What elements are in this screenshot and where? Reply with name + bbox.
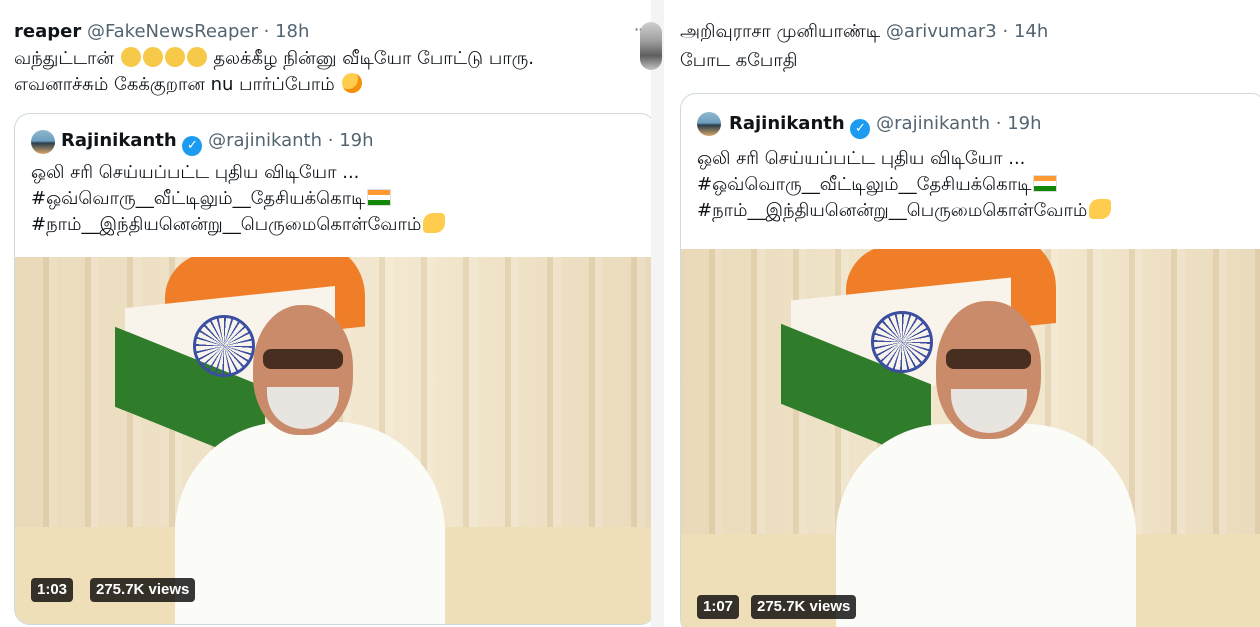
smiling-hearts-emoji-icon bbox=[341, 73, 362, 93]
separator-dot: · bbox=[995, 113, 1002, 134]
ashoka-chakra-icon bbox=[193, 315, 255, 377]
quoted-timestamp[interactable]: 19h bbox=[339, 130, 373, 151]
video-duration-badge: 1:07 bbox=[697, 595, 740, 619]
video-person-glasses bbox=[263, 349, 343, 369]
video-person-shirt bbox=[175, 422, 445, 624]
timestamp[interactable]: 18h bbox=[275, 21, 309, 42]
author-handle[interactable]: @FakeNewsReaper bbox=[87, 21, 258, 42]
quoted-author-handle[interactable]: @rajinikanth bbox=[876, 113, 990, 134]
verified-badge-icon: ✓ bbox=[182, 136, 203, 156]
video-player[interactable]: 1:07 275.7K views bbox=[681, 249, 1260, 627]
quoted-header: Rajinikanth ✓ @rajinikanth · 19h bbox=[729, 112, 1042, 139]
hashtag-link[interactable]: #நாம்__இந்தியனென்று__பெருமைகொள்வோம் bbox=[697, 200, 1087, 221]
separator-dot: · bbox=[263, 21, 270, 42]
video-views-badge: 275.7K views bbox=[751, 595, 857, 619]
laughing-emoji-icon bbox=[120, 47, 141, 67]
quoted-text-line-2: #ஒவ்வொரு__வீட்டிலும்__தேசியக்கொடி bbox=[697, 172, 1058, 198]
left-tweet[interactable]: reaper @FakeNewsReaper · 18h · · வந்துட்ட… bbox=[0, 0, 651, 627]
quoted-text-line-1: ஒலி சரி செய்யப்பட்ட புதிய விடியோ ... bbox=[697, 148, 1026, 169]
india-flag-icon bbox=[367, 189, 392, 206]
ashoka-chakra-icon bbox=[871, 311, 933, 373]
quoted-text-line-3: #நாம்__இந்தியனென்று__பெருமைகொள்வோம் bbox=[697, 198, 1112, 224]
laughing-emoji-icon bbox=[142, 47, 163, 67]
quoted-header: Rajinikanth ✓ @rajinikanth · 19h bbox=[61, 129, 374, 156]
hashtag-link[interactable]: #நாம்__இந்தியனென்று__பெருமைகொள்வோம் bbox=[31, 214, 421, 235]
quoted-text-line-3: #நாம்__இந்தியனென்று__பெருமைகொள்வோம் bbox=[31, 212, 446, 238]
quoted-author-handle[interactable]: @rajinikanth bbox=[208, 130, 322, 151]
quoted-text-line-1: ஒலி சரி செய்யப்பட்ட புதிய விடியோ ... bbox=[31, 162, 360, 183]
verified-badge-icon: ✓ bbox=[850, 119, 871, 139]
tweet-text-line-2: எவனாச்சும் கேக்குறான nu பார்ப்போம் bbox=[14, 72, 363, 98]
flexed-biceps-icon bbox=[1089, 199, 1112, 219]
video-duration-badge: 1:03 bbox=[31, 578, 74, 602]
hashtag-link[interactable]: #ஒவ்வொரு__வீட்டிலும்__தேசியக்கொடி bbox=[697, 174, 1031, 195]
quoted-timestamp[interactable]: 19h bbox=[1007, 113, 1041, 134]
tweet-text-part-c: எவனாச்சும் கேக்குறான nu பார்ப்போம் bbox=[14, 74, 335, 95]
india-flag-icon bbox=[1033, 175, 1058, 192]
laughing-emoji-icon bbox=[164, 47, 185, 67]
timestamp[interactable]: 14h bbox=[1014, 21, 1048, 42]
right-tweet[interactable]: அறிவுராசா முனியாண்டி @arivumar3 · 14h போ… bbox=[664, 0, 1260, 627]
flexed-biceps-icon bbox=[423, 213, 446, 233]
author-name[interactable]: reaper bbox=[14, 21, 81, 42]
quoted-avatar[interactable] bbox=[31, 130, 55, 154]
tweet-text-part-a: வந்துட்டான் bbox=[14, 48, 114, 69]
tweet-header: reaper @FakeNewsReaper · 18h bbox=[14, 20, 309, 44]
quoted-text-line-2: #ஒவ்வொரு__வீட்டிலும்__தேசியக்கொடி bbox=[31, 186, 392, 212]
author-handle[interactable]: @arivumar3 bbox=[886, 21, 997, 42]
video-person-glasses bbox=[946, 349, 1031, 369]
hashtag-link[interactable]: #ஒவ்வொரு__வீட்டிலும்__தேசியக்கொடி bbox=[31, 188, 365, 209]
video-views-badge: 275.7K views bbox=[90, 578, 196, 602]
user-avatar[interactable] bbox=[640, 22, 662, 70]
tweet-text-line-1: வந்துட்டான் தலக்கீழ நின்னு வீடியோ போட்டு… bbox=[14, 46, 534, 72]
quoted-tweet[interactable]: Rajinikanth ✓ @rajinikanth · 19h ஒலி சரி… bbox=[14, 113, 651, 625]
panel-divider bbox=[651, 0, 664, 627]
author-name[interactable]: அறிவுராசா முனியாண்டி bbox=[680, 21, 880, 42]
quoted-author-name[interactable]: Rajinikanth bbox=[61, 130, 177, 151]
quoted-avatar[interactable] bbox=[697, 112, 721, 136]
separator-dot: · bbox=[1002, 21, 1009, 42]
quoted-tweet[interactable]: Rajinikanth ✓ @rajinikanth · 19h ஒலி சரி… bbox=[680, 93, 1260, 627]
video-player[interactable]: 1:03 275.7K views bbox=[15, 257, 651, 624]
video-person-shirt bbox=[836, 424, 1136, 627]
tweet-header: அறிவுராசா முனியாண்டி @arivumar3 · 14h bbox=[680, 20, 1048, 44]
tweet-text-line-1: போட கபோதி bbox=[680, 50, 798, 71]
quoted-author-name[interactable]: Rajinikanth bbox=[729, 113, 845, 134]
laughing-emoji-icon bbox=[186, 47, 207, 67]
separator-dot: · bbox=[327, 130, 334, 151]
tweet-text-part-b: தலக்கீழ நின்னு வீடியோ போட்டு பாரு. bbox=[213, 48, 535, 69]
